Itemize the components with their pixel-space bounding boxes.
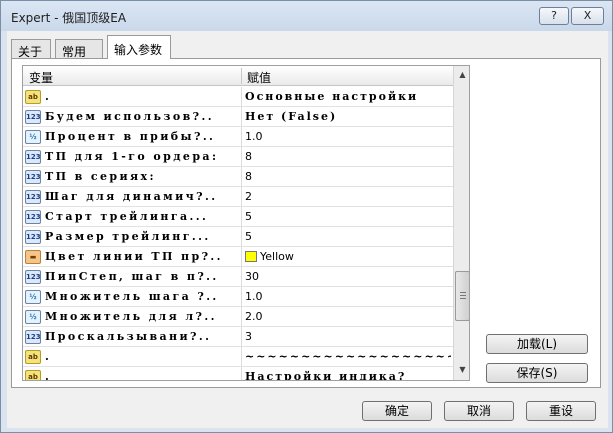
- table-row[interactable]: 123 Проскальзывани?.. 3: [23, 327, 453, 347]
- table-row[interactable]: 123 Будем использов?.. Нет (False): [23, 107, 453, 127]
- table-row[interactable]: ½ Процент в прибы?.. 1.0: [23, 127, 453, 147]
- parameter-name: Множитель для л?..: [45, 310, 217, 323]
- close-button[interactable]: X: [571, 7, 604, 25]
- dialog-client: 关于 常用 输入参数 变量 赋值 ab. Основные настройки 12…: [7, 31, 608, 428]
- title-bar: Expert - 俄国顶级EA ? X: [1, 1, 612, 31]
- reset-button[interactable]: 重设: [526, 401, 596, 421]
- parameter-value[interactable]: 2: [245, 190, 451, 203]
- color-swatch: [245, 251, 257, 262]
- ok-button[interactable]: 确定: [362, 401, 432, 421]
- table-row[interactable]: 123 Старт трейлинга... 5: [23, 207, 453, 227]
- tab-about[interactable]: 关于: [11, 39, 51, 59]
- parameter-name: .: [45, 350, 52, 363]
- expert-dialog: Expert - 俄国顶级EA ? X 关于 常用 输入参数 变量 赋值 ab.…: [0, 0, 613, 433]
- color-type-icon: ▬: [25, 250, 41, 264]
- parameter-name: Старт трейлинга...: [45, 210, 209, 223]
- scroll-down-icon[interactable]: ▼: [455, 362, 469, 378]
- string-type-icon: ab: [25, 90, 41, 104]
- double-type-icon: ½: [25, 290, 41, 304]
- column-header-value[interactable]: 赋值: [247, 69, 271, 86]
- table-row[interactable]: 123 Размер трейлинг... 5: [23, 227, 453, 247]
- tab-inputs[interactable]: 输入参数: [107, 35, 171, 59]
- parameter-name: ПипСтеп, шаг в п?..: [45, 270, 219, 283]
- parameter-value[interactable]: 5: [245, 230, 451, 243]
- parameter-value[interactable]: Нет (False): [245, 110, 451, 123]
- table-row[interactable]: ½ Множитель шага ?.. 1.0: [23, 287, 453, 307]
- string-type-icon: ab: [25, 350, 41, 364]
- cancel-button[interactable]: 取消: [444, 401, 514, 421]
- table-row[interactable]: ab. Настройки индика?: [23, 367, 453, 381]
- vertical-scrollbar[interactable]: ▲ ▼: [453, 66, 469, 380]
- column-header-variable[interactable]: 变量: [29, 69, 53, 86]
- table-row[interactable]: ½ Множитель для л?.. 2.0: [23, 307, 453, 327]
- parameter-name: Множитель шага ?..: [45, 290, 219, 303]
- load-button[interactable]: 加载(L): [486, 334, 588, 354]
- parameters-grid: 变量 赋值 ab. Основные настройки 123 Будем испо…: [22, 65, 470, 381]
- parameter-name: Шаг для динамич?..: [45, 190, 218, 203]
- parameter-value[interactable]: 1.0: [245, 130, 451, 143]
- save-button[interactable]: 保存(S): [486, 363, 588, 383]
- parameter-name: Цвет линии ТП пр?..: [45, 250, 223, 263]
- table-row[interactable]: ▬ Цвет линии ТП пр?.. Yellow: [23, 247, 453, 267]
- inputs-panel: 变量 赋值 ab. Основные настройки 123 Будем испо…: [11, 58, 601, 388]
- integer-type-icon: 123: [25, 150, 41, 164]
- grid-header: 变量 赋值: [23, 66, 453, 86]
- parameter-value[interactable]: ~~~~~~~~~~~~~~~~~~~~~...: [245, 350, 451, 363]
- tab-common[interactable]: 常用: [55, 39, 103, 59]
- integer-type-icon: 123: [25, 190, 41, 204]
- integer-type-icon: 123: [25, 210, 41, 224]
- parameter-value[interactable]: 5: [245, 210, 451, 223]
- parameter-value[interactable]: 1.0: [245, 290, 451, 303]
- window-title: Expert - 俄国顶级EA: [11, 11, 127, 25]
- color-value-text: Yellow: [260, 250, 294, 263]
- parameter-value[interactable]: 30: [245, 270, 451, 283]
- parameter-name: Размер трейлинг...: [45, 230, 211, 243]
- parameter-name: Процент в прибы?..: [45, 130, 216, 143]
- string-type-icon: ab: [25, 370, 41, 380]
- column-divider[interactable]: [241, 68, 242, 84]
- parameter-name: ТП для 1-го ордера:: [45, 150, 219, 163]
- parameter-value[interactable]: 8: [245, 170, 451, 183]
- parameter-value[interactable]: 2.0: [245, 310, 451, 323]
- parameter-value[interactable]: Yellow: [245, 250, 451, 263]
- integer-type-icon: 123: [25, 230, 41, 244]
- table-row[interactable]: ab. Основные настройки: [23, 87, 453, 107]
- parameter-value[interactable]: Основные настройки: [245, 90, 451, 103]
- double-type-icon: ½: [25, 130, 41, 144]
- scroll-thumb[interactable]: [455, 271, 469, 321]
- grid-rows: ab. Основные настройки 123 Будем использов?…: [23, 87, 453, 381]
- integer-type-icon: 123: [25, 110, 41, 124]
- integer-type-icon: 123: [25, 330, 41, 344]
- parameter-name: .: [45, 90, 52, 103]
- table-row[interactable]: 123 ТП для 1-го ордера: 8: [23, 147, 453, 167]
- parameter-value[interactable]: 8: [245, 150, 451, 163]
- table-row[interactable]: ab. ~~~~~~~~~~~~~~~~~~~~~...: [23, 347, 453, 367]
- integer-type-icon: 123: [25, 170, 41, 184]
- parameter-name: Будем использов?..: [45, 110, 214, 123]
- table-row[interactable]: 123 ПипСтеп, шаг в п?.. 30: [23, 267, 453, 287]
- parameter-name: Проскальзывани?..: [45, 330, 212, 343]
- help-button[interactable]: ?: [539, 7, 569, 25]
- parameter-value[interactable]: 3: [245, 330, 451, 343]
- table-row[interactable]: 123 Шаг для динамич?.. 2: [23, 187, 453, 207]
- parameter-name: .: [45, 370, 52, 381]
- integer-type-icon: 123: [25, 270, 41, 284]
- table-row[interactable]: 123 ТП в сериях: 8: [23, 167, 453, 187]
- scroll-up-icon[interactable]: ▲: [455, 67, 469, 83]
- parameter-value[interactable]: Настройки индика?: [245, 370, 451, 380]
- double-type-icon: ½: [25, 310, 41, 324]
- parameter-name: ТП в сериях:: [45, 170, 156, 183]
